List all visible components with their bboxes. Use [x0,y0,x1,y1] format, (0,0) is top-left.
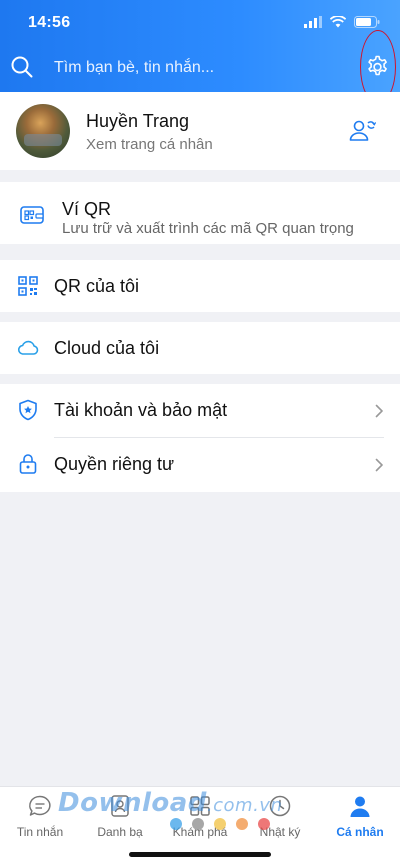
cloud-icon [17,340,39,355]
chat-bubble-icon [29,795,51,816]
qr-code-icon [18,276,38,296]
clock-icon [269,795,291,817]
tab-discover[interactable]: Khám phá [160,793,240,839]
privacy-item[interactable]: Quyền riêng tư [0,438,400,492]
tab-timeline[interactable]: Nhật ký [240,793,320,839]
status-icons [304,16,380,28]
tab-profile[interactable]: Cá nhân [320,793,400,839]
account-security-item[interactable]: Tài khoản và bảo mật [0,384,400,438]
signal-icon [304,16,322,28]
shield-icon [19,399,37,421]
my-qr-label: QR của tôi [54,276,140,296]
qr-wallet-item[interactable]: Ví QR Lưu trữ và xuất trình các mã QR qu… [0,182,400,244]
settings-gear-icon[interactable] [364,54,390,80]
qr-wallet-title: Ví QR [62,199,112,219]
view-profile-link[interactable]: Xem trang cá nhân [86,136,213,153]
my-cloud-item[interactable]: Cloud của tôi [0,322,400,374]
tab-messages[interactable]: Tin nhắn [0,793,80,839]
tab-label: Khám phá [172,825,228,839]
qr-wallet-icon [20,206,44,224]
person-icon [350,796,370,817]
wifi-icon [330,16,346,28]
status-time: 14:56 [28,14,71,31]
qr-wallet-subtitle: Lưu trữ và xuất trình các mã QR quan trọ… [62,220,354,237]
account-settings-group: Tài khoản và bảo mật Quyền riêng tư [0,384,400,492]
profile-name: Huyền Trang [86,111,190,131]
chevron-right-icon [375,404,383,418]
account-security-label: Tài khoản và bảo mật [54,400,228,420]
tab-label: Nhật ký [259,825,301,839]
header-bar: 14:56 Tìm bạn bè, tin nhắn... [0,0,400,92]
avatar[interactable] [16,104,70,158]
search-placeholder[interactable]: Tìm bạn bè, tin nhắn... [54,59,214,77]
tab-label: Cá nhân [336,825,384,839]
battery-icon [354,16,380,28]
contacts-icon [111,795,129,817]
lock-icon [19,454,37,474]
my-cloud-label: Cloud của tôi [54,338,160,358]
switch-account-icon[interactable] [348,118,376,142]
privacy-label: Quyền riêng tư [54,454,175,474]
tab-label: Tin nhắn [16,825,64,839]
grid-icon [190,796,210,816]
my-qr-item[interactable]: QR của tôi [0,260,400,312]
home-indicator [129,852,271,857]
tab-label: Danh bạ [97,825,143,839]
profile-card[interactable]: Huyền Trang Xem trang cá nhân [0,92,400,170]
search-bar[interactable]: Tìm bạn bè, tin nhắn... [0,48,400,88]
tab-contacts[interactable]: Danh bạ [80,793,160,839]
search-icon[interactable] [10,55,34,79]
chevron-right-icon [375,458,383,472]
status-bar: 14:56 [0,0,400,46]
